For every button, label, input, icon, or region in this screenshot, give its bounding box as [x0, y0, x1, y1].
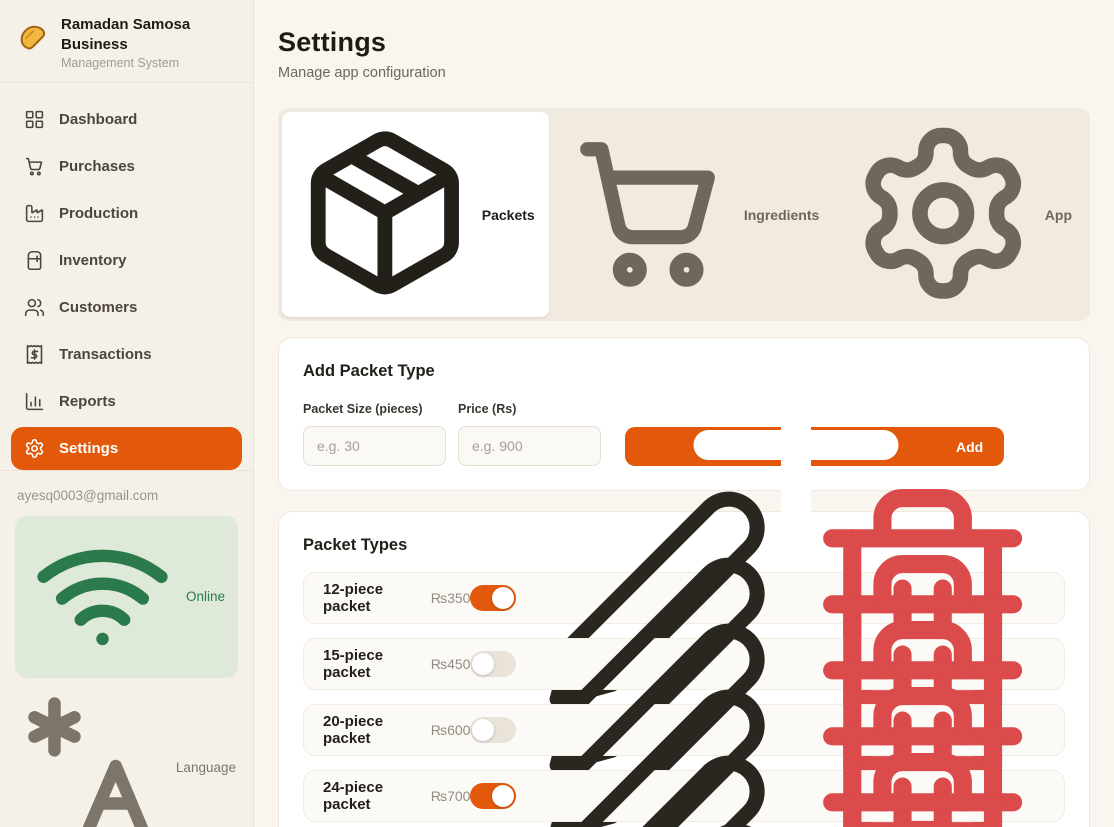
enable-toggle[interactable] — [470, 651, 517, 678]
packet-size-field: Packet Size (pieces) — [303, 402, 446, 467]
settings-tabbar: Packets Ingredients App — [278, 108, 1090, 322]
delete-icon[interactable] — [805, 808, 1045, 827]
sidebar-item-label: Production — [59, 205, 139, 222]
packet-name: 12-piece packet — [323, 581, 384, 616]
toggle-knob — [472, 653, 495, 676]
enable-toggle[interactable] — [470, 783, 517, 810]
add-packet-form: Packet Size (pieces) Price (Rs) Add — [303, 342, 1065, 548]
tab-label: Packets — [481, 206, 535, 223]
sidebar-item-label: Inventory — [59, 252, 127, 269]
add-packet-card: Add Packet Type Packet Size (pieces) Pri… — [278, 337, 1090, 548]
add-button-label: Add — [956, 438, 984, 455]
sidebar-item[interactable]: Customers — [11, 286, 242, 329]
samosa-logo-icon — [16, 22, 50, 59]
settings-tab[interactable]: Ingredients — [552, 112, 834, 317]
packet-price-label: Price (Rs) — [458, 402, 517, 417]
user-email: ayesq0003@gmail.com — [17, 488, 159, 503]
packet-name: 15-piece packet — [323, 647, 384, 682]
packet-price: ₨450 — [430, 656, 471, 673]
app-subtitle: Management System — [61, 56, 180, 70]
packet-price: ₨700 — [430, 788, 471, 805]
packet-name: 24-piece packet — [323, 779, 384, 814]
sidebar: Ramadan Samosa Business Management Syste… — [0, 0, 254, 827]
settings-tab[interactable]: Packets — [282, 112, 549, 318]
packet-price: ₨600 — [430, 722, 471, 739]
inventory-icon — [24, 250, 45, 271]
enable-toggle[interactable] — [470, 585, 517, 612]
page-subtitle: Manage app configuration — [278, 65, 446, 81]
toggle-knob — [492, 587, 515, 610]
app-icon — [850, 120, 1036, 309]
sidebar-item[interactable]: Dashboard — [11, 98, 242, 141]
page-title: Settings — [278, 27, 387, 57]
brand: Ramadan Samosa Business Management Syste… — [0, 0, 253, 83]
sidebar-item-label: Settings — [59, 440, 119, 457]
enable-toggle[interactable] — [470, 717, 517, 744]
sidebar-item-label: Transactions — [59, 346, 152, 363]
wifi-icon — [28, 521, 177, 673]
sidebar-item[interactable]: Purchases — [11, 145, 242, 188]
purchases-icon — [24, 156, 45, 177]
sidebar-item[interactable]: Transactions — [11, 333, 242, 376]
toggle-knob — [472, 719, 495, 742]
settings-tab[interactable]: App — [836, 112, 1086, 317]
sidebar-item-label: Purchases — [59, 158, 135, 175]
sidebar-item[interactable]: Production — [11, 192, 242, 235]
sidebar-item[interactable]: Inventory — [11, 239, 242, 282]
brand-text: Ramadan Samosa Business Management Syste… — [61, 15, 211, 70]
language-icon — [17, 691, 167, 827]
ingredients-icon — [566, 128, 736, 301]
tab-label: Ingredients — [743, 206, 820, 223]
sidebar-item[interactable]: Settings — [11, 427, 242, 470]
transactions-icon — [24, 344, 45, 365]
online-status-badge: Online — [15, 516, 238, 678]
edit-icon[interactable] — [546, 808, 786, 827]
packet-name: 20-piece packet — [323, 713, 384, 748]
packet-row-actions — [481, 808, 1046, 827]
toggle-knob — [492, 785, 515, 808]
sidebar-nav: Dashboard Purchases Production Inventory — [0, 83, 253, 470]
production-icon — [24, 203, 45, 224]
sidebar-item-label: Customers — [59, 299, 138, 316]
language-label: Language — [175, 759, 236, 775]
sidebar-item-label: Dashboard — [59, 111, 138, 128]
packet-size-label: Packet Size (pieces) — [303, 402, 423, 417]
add-packet-button[interactable]: Add — [625, 342, 1005, 548]
tab-label: App — [1044, 206, 1072, 223]
app-title: Ramadan Samosa Business — [61, 16, 191, 53]
sidebar-item[interactable]: Reports — [11, 380, 242, 423]
main-content: Settings Manage app configuration Packet… — [254, 0, 1114, 827]
settings-icon — [24, 438, 45, 459]
packet-types-card: Packet Types 12-piece packet ₨350 15-pie… — [278, 488, 1090, 827]
packet-price-input[interactable] — [458, 426, 601, 467]
app-root: Ramadan Samosa Business Management Syste… — [0, 0, 1114, 827]
packet-size-input[interactable] — [303, 426, 446, 467]
packet-types-list: 12-piece packet ₨350 15-piece packet ₨45… — [303, 488, 1065, 827]
sidebar-item-label: Reports — [59, 393, 116, 410]
dashboard-icon — [24, 109, 45, 130]
packets-icon — [296, 124, 474, 305]
sidebar-footer: ayesq0003@gmail.com Online Language Engl… — [0, 470, 253, 827]
packet-price-field: Price (Rs) — [458, 402, 601, 467]
packet-price: ₨350 — [430, 590, 471, 607]
online-status-label: Online — [185, 589, 225, 605]
language-label-row: Language — [17, 691, 236, 827]
customers-icon — [24, 297, 45, 318]
reports-icon — [24, 391, 45, 412]
